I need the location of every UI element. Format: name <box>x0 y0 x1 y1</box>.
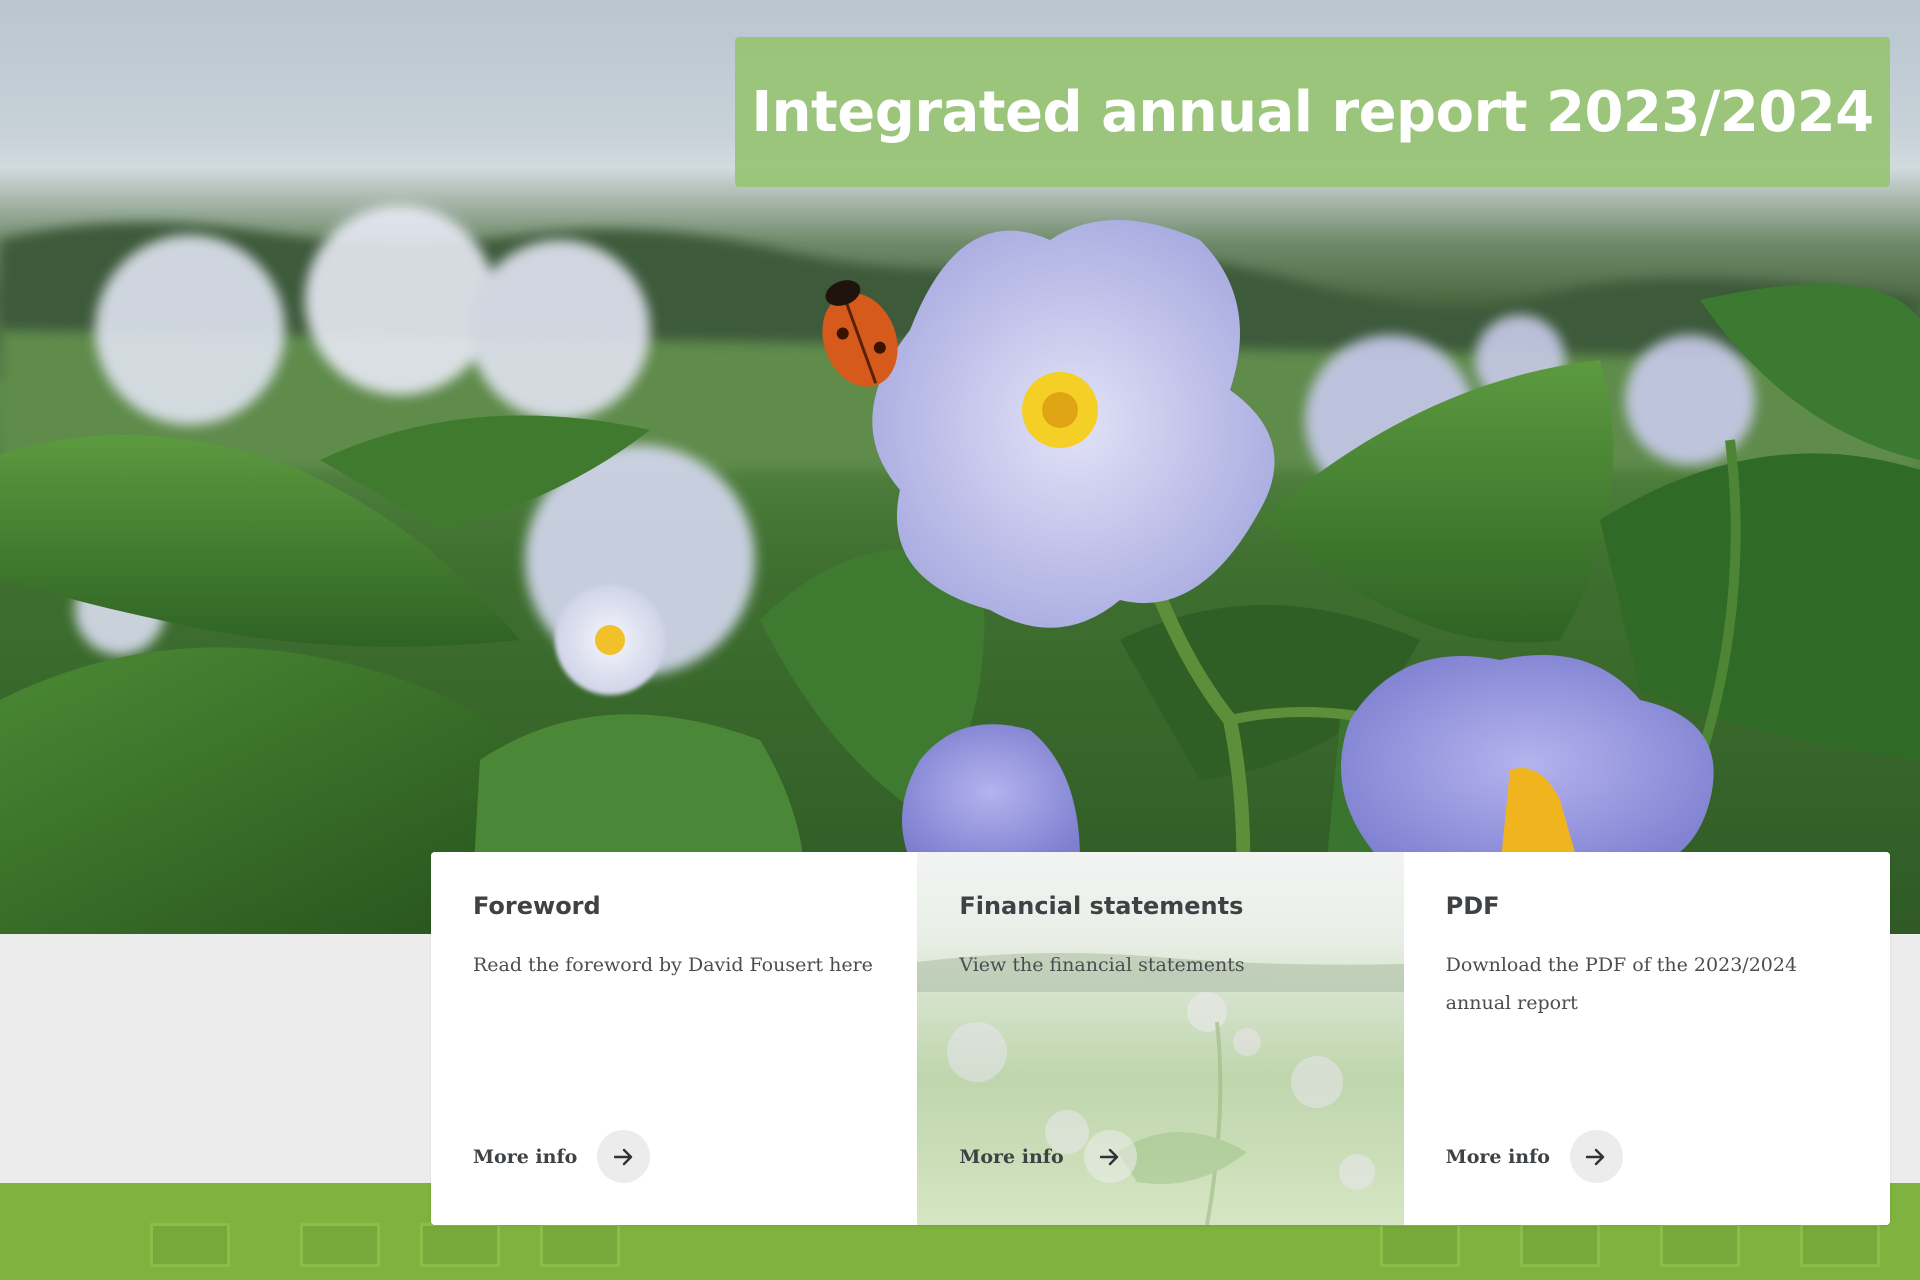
card-title: Foreword <box>473 892 601 920</box>
arrow-right-icon[interactable] <box>1569 1130 1623 1183</box>
band-pattern <box>420 1223 500 1267</box>
card-foreword[interactable]: Foreword Read the foreword by David Fous… <box>431 852 918 1225</box>
card-description: Download the PDF of the 2023/2024 annual… <box>1445 954 1798 1014</box>
card-pdf[interactable]: PDF Download the PDF of the 2023/2024 an… <box>1403 852 1890 1225</box>
band-pattern <box>150 1223 230 1267</box>
card-title: Financial statements <box>959 892 1244 920</box>
hero-banner: Integrated annual report 2023/2024 <box>0 0 1920 934</box>
band-pattern <box>300 1223 380 1267</box>
band-pattern <box>1520 1223 1600 1267</box>
card-financial-statements[interactable]: Financial statements View the financial … <box>917 852 1404 1225</box>
band-pattern <box>1660 1223 1740 1267</box>
report-title-banner: Integrated annual report 2023/2024 <box>735 37 1890 187</box>
band-pattern <box>540 1223 620 1267</box>
more-info-link-financial-statements[interactable]: More info <box>959 1130 1137 1183</box>
more-info-label: More info <box>959 1145 1064 1168</box>
more-info-link-foreword[interactable]: More info <box>473 1130 651 1183</box>
band-pattern <box>1800 1223 1880 1267</box>
page-title: Integrated annual report 2023/2024 <box>751 79 1874 145</box>
more-info-link-pdf[interactable]: More info <box>1446 1130 1623 1183</box>
band-pattern <box>1380 1223 1460 1267</box>
card-title: PDF <box>1445 892 1500 920</box>
arrow-right-icon[interactable] <box>597 1130 651 1183</box>
quick-links-cards: Foreword Read the foreword by David Fous… <box>431 852 1890 1225</box>
arrow-right-icon[interactable] <box>1083 1130 1137 1183</box>
more-info-label: More info <box>1445 1145 1550 1168</box>
more-info-label: More info <box>473 1145 578 1168</box>
card-description: View the financial statements <box>959 954 1245 976</box>
card-description: Read the foreword by David Fousert here <box>473 954 873 976</box>
